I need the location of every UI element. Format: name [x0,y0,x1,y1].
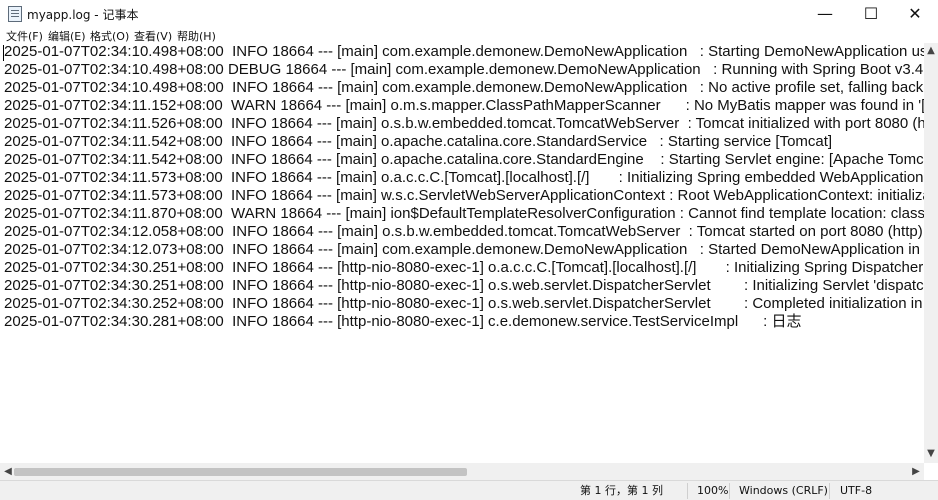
status-bar: 第 1 行，第 1 列 100% Windows (CRLF) UTF-8 [0,480,938,500]
log-line: 2025-01-07T02:34:12.058+08:00 INFO 18664… [4,223,924,240]
text-editor[interactable]: 2025-01-07T02:34:10.498+08:00 INFO 18664… [0,43,924,463]
cursor-position: 第 1 行，第 1 列 [580,484,663,497]
log-line: 2025-01-07T02:34:30.281+08:00 INFO 18664… [4,313,802,330]
log-line: 2025-01-07T02:34:30.252+08:00 INFO 18664… [4,295,924,312]
log-line: 2025-01-07T02:34:30.251+08:00 INFO 18664… [4,277,924,294]
window-title: myapp.log - 记事本 [27,8,139,22]
log-line: 2025-01-07T02:34:11.526+08:00 INFO 18664… [4,115,924,132]
status-separator [687,483,688,499]
scroll-right-arrow-icon[interactable]: ▶ [909,466,923,478]
log-line: 2025-01-07T02:34:11.152+08:00 WARN 18664… [4,97,924,114]
log-line: 2025-01-07T02:34:10.498+08:00 DEBUG 1866… [4,61,924,78]
horizontal-scroll-thumb[interactable] [14,468,467,476]
log-line: 2025-01-07T02:34:30.251+08:00 INFO 18664… [4,259,924,276]
log-line: 2025-01-07T02:34:10.498+08:00 INFO 18664… [4,79,924,96]
log-line: 2025-01-07T02:34:12.073+08:00 INFO 18664… [4,241,924,258]
close-button[interactable]: ✕ [892,0,938,27]
log-line: 2025-01-07T02:34:11.573+08:00 INFO 18664… [4,169,924,186]
log-line: 2025-01-07T02:34:11.870+08:00 WARN 18664… [4,205,924,222]
text-caret [3,45,4,61]
encoding: UTF-8 [840,484,873,497]
log-line: 2025-01-07T02:34:11.542+08:00 INFO 18664… [4,151,924,168]
minimize-button[interactable]: — [802,0,848,27]
maximize-button[interactable]: ☐ [848,0,894,27]
title-bar[interactable]: myapp.log - 记事本 — ☐ ✕ [0,0,938,27]
scroll-left-arrow-icon[interactable]: ◀ [1,466,15,478]
vertical-scrollbar[interactable] [924,43,938,463]
log-line: 2025-01-07T02:34:11.573+08:00 INFO 18664… [4,187,924,204]
status-separator [829,483,830,499]
scroll-up-arrow-icon[interactable]: ▲ [924,45,938,57]
status-separator [729,483,730,499]
line-ending: Windows (CRLF) [739,484,828,497]
notepad-window: myapp.log - 记事本 — ☐ ✕ 文件(F) 编辑(E) 格式(O) … [0,0,938,500]
zoom-level: 100% [697,484,729,497]
notepad-icon [8,6,22,22]
horizontal-scrollbar[interactable] [0,463,924,480]
scroll-down-arrow-icon[interactable]: ▼ [924,448,938,460]
log-line: 2025-01-07T02:34:10.498+08:00 INFO 18664… [4,43,924,60]
log-line: 2025-01-07T02:34:11.542+08:00 INFO 18664… [4,133,833,150]
